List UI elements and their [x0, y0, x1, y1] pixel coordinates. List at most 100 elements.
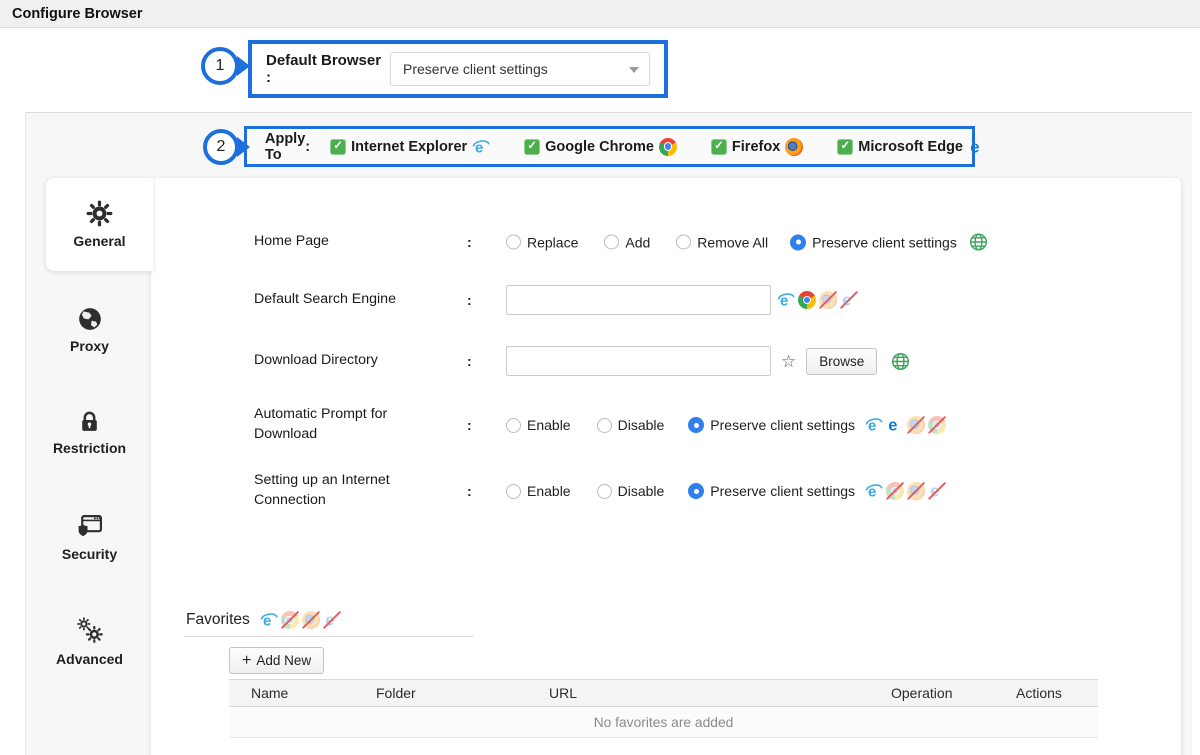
- sidebar-item-proxy[interactable]: Proxy: [26, 306, 153, 354]
- separator-colon: :: [467, 417, 472, 433]
- double-gear-icon: [26, 617, 153, 645]
- firefox-icon-disabled: [302, 611, 320, 629]
- star-icon[interactable]: ☆: [781, 353, 796, 370]
- callout-2-marker: 2: [203, 129, 239, 165]
- radio-unselected-icon: [597, 418, 612, 433]
- configure-browser-page: Configure Browser 1 Default Browser : Pr…: [0, 0, 1200, 755]
- browser-settings-panel: Proxy Restriction: [25, 112, 1192, 755]
- edge-icon: [968, 138, 986, 156]
- general-tab-content: Home Page : Replace Add Remove All: [151, 178, 1181, 755]
- chrome-icon-disabled: [281, 611, 299, 629]
- separator-colon: :: [467, 483, 472, 499]
- ie-icon: [777, 291, 795, 309]
- ie-icon: [260, 611, 278, 629]
- auto-prompt-radio-disable[interactable]: Disable: [597, 417, 665, 433]
- chrome-icon-disabled: [928, 416, 946, 434]
- sidebar-item-label: Restriction: [26, 440, 153, 456]
- sidebar-item-security[interactable]: Security: [26, 513, 153, 562]
- home-page-radio-replace[interactable]: Replace: [506, 234, 578, 250]
- add-new-favorite-button[interactable]: + Add New: [229, 647, 324, 674]
- home-page-radio-remove-all[interactable]: Remove All: [676, 234, 768, 250]
- callout-1-number: 1: [216, 57, 225, 75]
- firefox-icon-disabled: [907, 482, 925, 500]
- internet-connection-radio-preserve[interactable]: Preserve client settings: [688, 483, 855, 499]
- search-engine-input[interactable]: [506, 285, 771, 315]
- radio-selected-icon: [688, 417, 704, 433]
- internet-connection-label: Setting up an Internet Connection: [254, 471, 426, 511]
- shield-browser-icon: [26, 513, 153, 540]
- default-browser-dropdown[interactable]: Preserve client settings: [390, 52, 650, 86]
- radio-selected-icon: [790, 234, 806, 250]
- column-header-url: URL: [549, 685, 891, 701]
- apply-to-internet-explorer-checkbox[interactable]: Internet Explorer: [330, 138, 490, 156]
- auto-prompt-radio-enable[interactable]: Enable: [506, 417, 571, 433]
- auto-prompt-row: Automatic Prompt for Download : Enable D…: [151, 403, 1171, 447]
- sidebar-item-label: Advanced: [26, 651, 153, 667]
- favorites-table: Name Folder URL Operation Actions No fav…: [229, 679, 1098, 738]
- sidebar-item-general[interactable]: General: [46, 178, 153, 271]
- chrome-icon: [659, 138, 677, 156]
- ie-icon: [472, 138, 490, 156]
- separator-colon: :: [467, 292, 472, 308]
- chrome-icon: [798, 291, 816, 309]
- search-engine-label: Default Search Engine: [254, 290, 426, 310]
- ie-icon: [865, 416, 883, 434]
- apply-to-callout-box: Apply To : Internet Explorer Google Chro…: [244, 126, 975, 167]
- page-titlebar: Configure Browser: [0, 0, 1200, 28]
- checkbox-checked-icon: [711, 139, 727, 155]
- column-header-operation: Operation: [891, 685, 1016, 701]
- favorites-title: Favorites: [186, 611, 250, 629]
- edge-icon-disabled: [928, 482, 946, 500]
- column-header-folder: Folder: [376, 685, 549, 701]
- default-browser-label: Default Browser :: [266, 52, 390, 86]
- apply-to-microsoft-edge-checkbox[interactable]: Microsoft Edge: [837, 138, 986, 156]
- auto-prompt-radio-preserve[interactable]: Preserve client settings: [688, 417, 855, 433]
- chrome-icon-disabled: [886, 482, 904, 500]
- favorites-header: Favorites: [186, 611, 341, 629]
- plus-icon: +: [242, 652, 251, 670]
- gear-icon: [46, 200, 153, 227]
- apply-to-google-chrome-checkbox[interactable]: Google Chrome: [524, 138, 677, 156]
- sidebar-item-label: General: [46, 233, 153, 249]
- column-header-name: Name: [229, 685, 376, 701]
- firefox-icon-disabled: [907, 416, 925, 434]
- auto-prompt-label: Automatic Prompt for Download: [254, 405, 426, 445]
- default-browser-callout-box: Default Browser : Preserve client settin…: [248, 40, 668, 98]
- separator-colon: :: [467, 234, 472, 250]
- callout-2-pointer-icon: [237, 137, 250, 157]
- radio-unselected-icon: [506, 235, 521, 250]
- firefox-icon-disabled: [819, 291, 837, 309]
- callout-1-pointer-icon: [237, 56, 250, 76]
- separator-colon: :: [467, 353, 472, 369]
- favorites-divider: [184, 636, 474, 637]
- internet-connection-radio-enable[interactable]: Enable: [506, 483, 571, 499]
- sidebar-item-restriction[interactable]: Restriction: [26, 409, 153, 456]
- chevron-down-icon: [629, 67, 639, 73]
- sidebar-item-advanced[interactable]: Advanced: [26, 617, 153, 667]
- radio-unselected-icon: [604, 235, 619, 250]
- edge-icon: [886, 416, 904, 434]
- sidebar-item-label: Proxy: [26, 338, 153, 354]
- firefox-icon: [785, 138, 803, 156]
- download-directory-label: Download Directory: [254, 351, 426, 371]
- checkbox-checked-icon: [524, 139, 540, 155]
- globe-green-icon: [891, 352, 910, 371]
- home-page-radio-preserve[interactable]: Preserve client settings: [790, 234, 957, 250]
- checkbox-checked-icon: [330, 139, 346, 155]
- callout-2-number: 2: [217, 138, 226, 156]
- download-directory-input[interactable]: [506, 346, 771, 376]
- apply-to-firefox-checkbox[interactable]: Firefox: [711, 138, 803, 156]
- home-page-label: Home Page: [254, 232, 426, 252]
- default-browser-dropdown-value: Preserve client settings: [403, 61, 548, 77]
- radio-unselected-icon: [506, 484, 521, 499]
- page-title: Configure Browser: [12, 6, 143, 22]
- browse-button[interactable]: Browse: [806, 348, 877, 375]
- favorites-table-header: Name Folder URL Operation Actions: [229, 679, 1098, 707]
- favorites-empty-state: No favorites are added: [229, 707, 1098, 738]
- radio-unselected-icon: [597, 484, 612, 499]
- download-directory-row: Download Directory : ☆ Browse: [151, 345, 1171, 377]
- internet-connection-radio-disable[interactable]: Disable: [597, 483, 665, 499]
- lock-icon: [26, 409, 153, 434]
- separator-colon: :: [305, 139, 310, 155]
- home-page-radio-add[interactable]: Add: [604, 234, 650, 250]
